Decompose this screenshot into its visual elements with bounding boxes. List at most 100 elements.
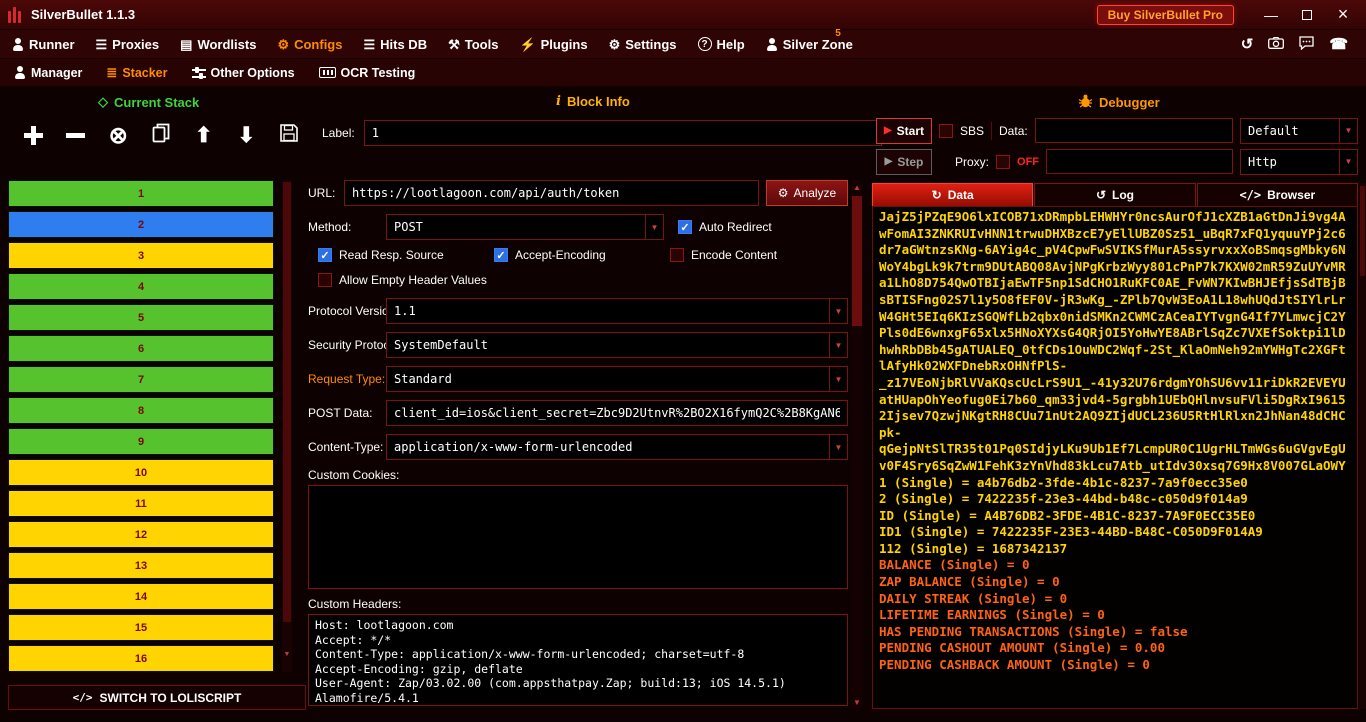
stack-scrollbar[interactable]: ▼	[282, 180, 292, 672]
plug-icon: ⚡	[519, 38, 535, 51]
proxy-label: Proxy:	[955, 155, 989, 169]
security-protocol-dropdown[interactable]: SystemDefault ▼	[386, 332, 848, 358]
stack-block[interactable]: 2	[8, 211, 274, 238]
debug-data-input[interactable]	[1035, 118, 1233, 143]
scroll-down-icon[interactable]: ▼	[851, 698, 863, 707]
tab-data[interactable]: ↻ Data	[872, 183, 1033, 206]
allow-empty-header-values-checkbox[interactable]: Allow Empty Header Values	[318, 273, 494, 287]
stack-block[interactable]: 16	[8, 645, 274, 672]
menu-item-proxies[interactable]: ☰ Proxies	[96, 37, 160, 52]
gear-icon: ⚙	[778, 186, 789, 200]
chevron-down-icon: ▼	[829, 367, 847, 391]
menu-item-silver-zone[interactable]: 5 Silver Zone	[766, 37, 853, 52]
code-icon: </>	[73, 691, 93, 704]
scrollbar-thumb[interactable]	[1360, 186, 1365, 276]
history-icon[interactable]: ↺	[1241, 35, 1254, 53]
debugger-output-scrollbar[interactable]	[1359, 183, 1366, 709]
stack-block[interactable]: 11	[8, 490, 274, 517]
subtab-stacker[interactable]: ≣ Stacker	[106, 66, 167, 80]
help-icon: ?	[698, 37, 712, 51]
subtab-ocr-testing[interactable]: OCR Testing	[319, 66, 416, 80]
save-config-button[interactable]	[274, 119, 304, 151]
stack-block[interactable]: 1	[8, 180, 274, 207]
stack-block[interactable]: 10	[8, 459, 274, 486]
stack-block[interactable]: 3	[8, 242, 274, 269]
remove-block-button[interactable]	[61, 119, 91, 151]
settings-gear-icon: ⚙	[609, 38, 621, 51]
accept-encoding-checkbox[interactable]: Accept-Encoding	[494, 248, 670, 262]
tab-log[interactable]: ↺ Log	[1034, 183, 1195, 206]
minimize-button[interactable]: —	[1256, 3, 1286, 27]
scroll-down-icon[interactable]: ▼	[282, 651, 292, 658]
auto-redirect-checkbox[interactable]: Auto Redirect	[678, 220, 772, 234]
block-label-input[interactable]	[364, 120, 882, 146]
stack-block[interactable]: 12	[8, 521, 274, 548]
stack-panel: 1 2 3 4 5 6 7 8 9 10 11 12 13 14 15 16 ▼	[8, 180, 292, 676]
subtab-other-options[interactable]: Other Options	[192, 66, 295, 80]
tab-browser[interactable]: </> Browser	[1197, 183, 1358, 206]
block-info-scrollbar[interactable]: ▲ ▼	[851, 181, 863, 709]
screenshot-camera-icon[interactable]	[1268, 37, 1284, 52]
phone-icon[interactable]: ☎	[1329, 35, 1348, 53]
buy-pro-button[interactable]: Buy SilverBullet Pro	[1097, 5, 1234, 25]
debugger-controls: ▶ Start SBS Data: Default ▼ ▶ Step Proxy	[876, 117, 1358, 179]
stack-block[interactable]: 9	[8, 428, 274, 455]
custom-headers-textarea[interactable]: Host: lootlagoon.com Accept: */* Content…	[308, 614, 848, 706]
stack-block[interactable]: 8	[8, 397, 274, 424]
read-resp-source-checkbox[interactable]: Read Resp. Source	[318, 248, 494, 262]
debug-variable-line: LIFETIME EARNINGS (Single) = 0	[879, 607, 1351, 624]
close-button[interactable]: ×	[1328, 3, 1358, 27]
start-button[interactable]: ▶ Start	[876, 118, 932, 144]
move-up-button[interactable]: ⬆	[189, 119, 219, 151]
scroll-up-icon[interactable]: ▲	[851, 183, 863, 192]
method-dropdown[interactable]: POST ▼	[386, 214, 664, 240]
stack-block[interactable]: 6	[8, 335, 274, 362]
stack-block[interactable]: 5	[8, 304, 274, 331]
url-input[interactable]	[344, 180, 759, 206]
arrow-up-icon: ⬆	[195, 125, 213, 146]
chat-icon[interactable]	[1299, 36, 1314, 53]
clone-block-button[interactable]	[146, 119, 176, 151]
separator	[991, 122, 992, 140]
proxy-type-dropdown[interactable]: Http ▼	[1240, 149, 1358, 175]
scrollbar-thumb[interactable]	[852, 196, 862, 326]
switch-to-loliscript-button[interactable]: </> SWITCH TO LOLISCRIPT	[8, 685, 306, 710]
content-type-dropdown[interactable]: application/x-www-form-urlencoded ▼	[386, 434, 848, 460]
block-info-form: URL: ⚙ Analyze Method: POST ▼ Auto Redir…	[308, 180, 848, 706]
protocol-version-dropdown[interactable]: 1.1 ▼	[386, 298, 848, 324]
menu-item-settings[interactable]: ⚙ Settings	[609, 37, 677, 52]
stack-block[interactable]: 7	[8, 366, 274, 393]
menu-item-runner[interactable]: Runner	[12, 37, 75, 52]
sliders-icon	[192, 67, 206, 79]
proxy-input[interactable]	[1046, 149, 1233, 174]
menu-item-configs[interactable]: ⚙ Configs	[277, 37, 342, 52]
stack-block[interactable]: 4	[8, 273, 274, 300]
stack-block[interactable]: 15	[8, 614, 274, 641]
custom-cookies-textarea[interactable]	[308, 485, 848, 589]
stack-block[interactable]: 13	[8, 552, 274, 579]
menu-item-tools[interactable]: ⚒ Tools	[448, 37, 498, 52]
proxies-icon: ☰	[96, 38, 108, 51]
menu-item-help[interactable]: ? Help	[698, 37, 745, 52]
menu-item-hits-db[interactable]: ☰ Hits DB	[363, 37, 427, 52]
proxy-checkbox[interactable]	[996, 155, 1010, 169]
maximize-button[interactable]	[1292, 3, 1322, 27]
post-data-input[interactable]	[386, 400, 848, 426]
debug-variable-line: 1 (Single) = a4b76db2-3fde-4b1c-8237-7a9…	[879, 475, 1351, 492]
add-block-button[interactable]	[18, 119, 48, 151]
wordlist-type-dropdown[interactable]: Default ▼	[1240, 118, 1358, 144]
menu-item-wordlists[interactable]: ▤ Wordlists	[180, 37, 256, 52]
scrollbar-thumb[interactable]	[283, 182, 291, 622]
step-button[interactable]: ▶ Step	[876, 149, 932, 175]
move-down-button[interactable]: ⬇	[231, 119, 261, 151]
encode-content-checkbox[interactable]: Encode Content	[670, 248, 846, 262]
request-type-dropdown[interactable]: Standard ▼	[386, 366, 848, 392]
analyze-button[interactable]: ⚙ Analyze	[766, 180, 848, 206]
stack-block[interactable]: 14	[8, 583, 274, 610]
app-logo-icon	[8, 7, 21, 23]
clear-stack-button[interactable]: ⊗	[103, 119, 133, 151]
debugger-output[interactable]: JajZ5jPZqE9O6lxICOB71xDRmpbLEHWHYr0ncsAu…	[872, 206, 1358, 709]
menu-item-plugins[interactable]: ⚡ Plugins	[519, 37, 587, 52]
subtab-manager[interactable]: Manager	[14, 66, 82, 80]
sbs-checkbox[interactable]	[939, 124, 953, 138]
